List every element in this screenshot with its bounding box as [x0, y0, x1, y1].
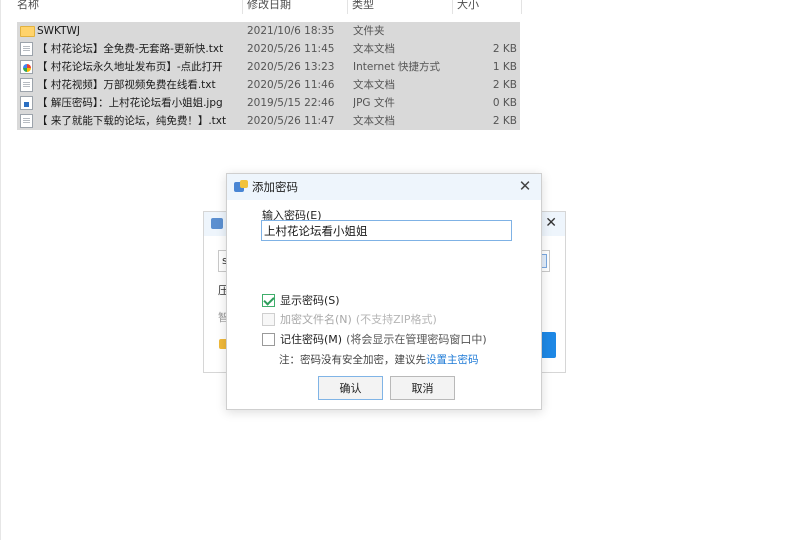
file-row[interactable]: 【 村花视频】万部视频免费在线看.txt 2020/5/26 11:46 文本文…: [17, 76, 520, 94]
file-row[interactable]: 【 解压密码】：上村花论坛看小姐姐.jpg 2019/5/15 22:46 JP…: [17, 94, 520, 112]
file-type: 文本文档: [353, 43, 395, 55]
file-row[interactable]: SWKTWJ 2021/10/6 18:35 文件夹: [17, 22, 520, 40]
password-input[interactable]: [261, 220, 512, 241]
encrypt-filenames-note: (不支持ZIP格式): [355, 313, 437, 326]
set-master-password-link[interactable]: 设置主密码: [426, 354, 479, 366]
security-note-text: 注：密码没有安全加密，建议先: [279, 354, 426, 366]
file-name: 【 解压密码】：上村花论坛看小姐姐.jpg: [37, 97, 223, 109]
encrypt-filenames-option: 加密文件名(N) (不支持ZIP格式): [262, 311, 437, 327]
file-size: 1 KB: [492, 61, 517, 73]
file-size: 0 KB: [492, 97, 517, 109]
folder-icon: [20, 26, 35, 37]
file-type: 文本文档: [353, 79, 395, 91]
file-type: JPG 文件: [353, 97, 395, 109]
file-date: 2020/5/26 13:23: [247, 61, 335, 73]
text-file-icon: [20, 78, 33, 92]
text-file-icon: [20, 42, 33, 56]
file-name: 【 来了就能下载的论坛，纯免费！】.txt: [37, 115, 227, 127]
archive-icon: [234, 180, 248, 193]
file-date: 2021/10/6 18:35: [247, 25, 335, 37]
file-type: 文本文档: [353, 115, 395, 127]
archive-icon: [211, 218, 223, 229]
column-separator[interactable]: [452, 0, 453, 14]
close-icon[interactable]: ✕: [545, 215, 557, 231]
file-type: 文件夹: [353, 25, 385, 37]
file-date: 2020/5/26 11:45: [247, 43, 335, 55]
file-type: Internet 快捷方式: [353, 61, 441, 73]
encrypt-filenames-label: 加密文件名(N): [280, 313, 352, 326]
file-size: 2 KB: [492, 115, 517, 127]
file-name: 【 村花视频】万部视频免费在线看.txt: [37, 79, 216, 91]
column-separator[interactable]: [347, 0, 348, 14]
cancel-button[interactable]: 取消: [390, 376, 455, 400]
image-file-icon: [20, 96, 33, 110]
file-date: 2020/5/26 11:47: [247, 115, 335, 127]
remember-password-option[interactable]: 记住密码(M) (将会显示在管理密码窗口中): [262, 331, 487, 347]
security-note: 注：密码没有安全加密，建议先设置主密码: [279, 352, 479, 367]
show-password-checkbox[interactable]: [262, 293, 275, 307]
file-row[interactable]: 【 村花论坛永久地址发布页】-点此打开 2020/5/26 13:23 Inte…: [17, 58, 520, 76]
column-separator[interactable]: [521, 0, 522, 14]
file-name: 【 村花论坛】全免费-无套路-更新快.txt: [37, 43, 224, 55]
close-icon[interactable]: ✕: [515, 176, 535, 196]
file-row[interactable]: 【 村花论坛】全免费-无套路-更新快.txt 2020/5/26 11:45 文…: [17, 40, 520, 58]
show-password-label: 显示密码(S): [280, 294, 340, 307]
file-date: 2019/5/15 22:46: [247, 97, 335, 109]
dialog-title: 添加密码: [252, 180, 298, 194]
internet-shortcut-icon: [20, 60, 33, 74]
file-name: 【 村花论坛永久地址发布页】-点此打开: [37, 61, 223, 73]
window-left-edge: [0, 0, 1, 540]
file-size: 2 KB: [492, 43, 517, 55]
file-name: SWKTWJ: [37, 25, 81, 37]
column-separator[interactable]: [242, 0, 243, 14]
column-header-size[interactable]: 大小: [457, 0, 479, 12]
column-header-type[interactable]: 类型: [352, 0, 374, 12]
file-row[interactable]: 【 来了就能下载的论坛，纯免费！】.txt 2020/5/26 11:47 文本…: [17, 112, 520, 130]
text-file-icon: [20, 114, 33, 128]
file-list-header: 名称 修改日期 类型 大小: [0, 0, 522, 14]
confirm-button[interactable]: 确认: [318, 376, 383, 400]
add-password-dialog: 添加密码 ✕ 输入密码(E) 显示密码(S) 加密文件名(N) (不支持ZIP格…: [226, 173, 542, 410]
column-header-date[interactable]: 修改日期: [247, 0, 291, 12]
show-password-option[interactable]: 显示密码(S): [262, 292, 340, 308]
remember-password-checkbox[interactable]: [262, 332, 275, 346]
remember-password-note: (将会显示在管理密码窗口中): [346, 333, 487, 346]
remember-password-label: 记住密码(M): [280, 333, 343, 346]
dialog-title-bar: 添加密码 ✕: [227, 174, 541, 200]
file-date: 2020/5/26 11:46: [247, 79, 335, 91]
encrypt-filenames-checkbox: [262, 312, 275, 326]
column-header-name[interactable]: 名称: [17, 0, 39, 12]
file-size: 2 KB: [492, 79, 517, 91]
